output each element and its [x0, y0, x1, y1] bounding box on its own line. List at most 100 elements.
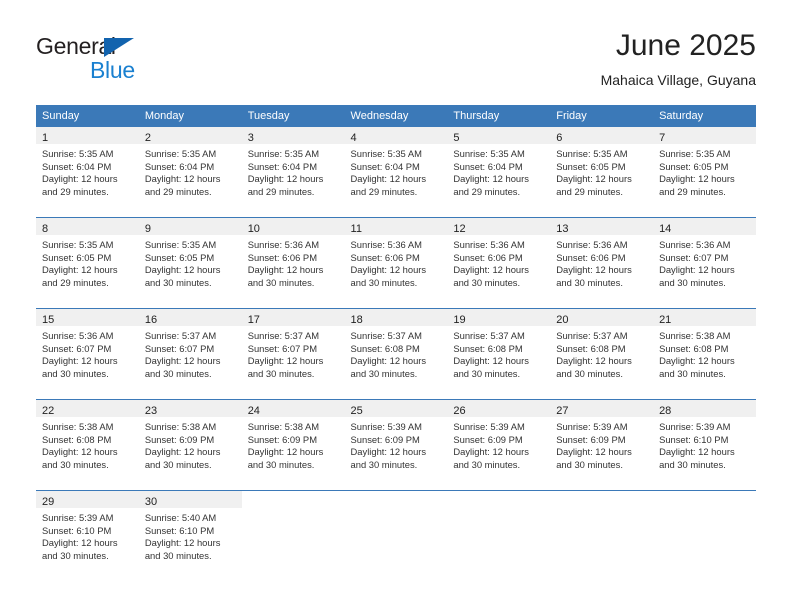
- calendar-day-cell[interactable]: 24 Sunrise: 5:38 AM Sunset: 6:09 PM Dayligh…: [241, 399, 345, 491]
- daylight-text-line2: and 30 minutes.: [42, 367, 109, 379]
- calendar-day-cell[interactable]: 3 Sunrise: 5:35 AM Sunset: 6:04 PM Daylight…: [241, 127, 345, 218]
- day-number-band: 30: [138, 491, 242, 508]
- calendar-day-cell[interactable]: 29 Sunrise: 5:39 AM Sunset: 6:10 PM Dayligh…: [36, 490, 139, 581]
- daylight-text-line2: and 29 minutes.: [453, 185, 521, 197]
- daylight-text-line2: and 30 minutes.: [659, 367, 726, 379]
- calendar-day-cell[interactable]: 5 Sunrise: 5:35 AM Sunset: 6:04 PM Daylight…: [447, 127, 551, 218]
- day-sun-info: Sunrise: 5:35 AM Sunset: 6:05 PM Daylight:…: [139, 235, 242, 289]
- day-number: 2: [144, 132, 151, 144]
- calendar-day-cell[interactable]: 1 Sunrise: 5:35 AM Sunset: 6:04 PM Daylight…: [36, 127, 139, 218]
- day-sun-info: Sunrise: 5:36 AM Sunset: 6:06 PM Daylight:…: [345, 235, 448, 289]
- calendar-body: 1 Sunrise: 5:35 AM Sunset: 6:04 PM Daylight…: [36, 127, 756, 581]
- sunrise-text: Sunrise: 5:38 AM: [659, 330, 731, 341]
- sunrise-text: Sunrise: 5:35 AM: [42, 239, 114, 250]
- sunrise-text: Sunrise: 5:39 AM: [42, 512, 114, 523]
- calendar-day-cell[interactable]: 17 Sunrise: 5:37 AM Sunset: 6:07 PM Dayligh…: [241, 308, 345, 400]
- sunset-text: Sunset: 6:05 PM: [144, 251, 215, 263]
- day-cell-inner: 2 Sunrise: 5:35 AM Sunset: 6:04 PM Daylight…: [138, 127, 242, 217]
- day-cell-inner: 1 Sunrise: 5:35 AM Sunset: 6:04 PM Daylight…: [36, 127, 139, 217]
- calendar-day-cell[interactable]: 14 Sunrise: 5:36 AM Sunset: 6:07 PM Dayligh…: [653, 217, 756, 309]
- day-sun-info: [242, 508, 345, 512]
- calendar-day-cell[interactable]: 10 Sunrise: 5:36 AM Sunset: 6:06 PM Dayligh…: [241, 217, 345, 309]
- calendar-day-cell[interactable]: 9 Sunrise: 5:35 AM Sunset: 6:05 PM Daylight…: [138, 217, 242, 309]
- daylight-text-line1: Daylight: 12 hours: [659, 173, 735, 185]
- day-number: 23: [144, 405, 158, 417]
- day-number: 22: [42, 405, 55, 417]
- weekday-header-tuesday: Tuesday: [241, 105, 345, 127]
- sunset-text: Sunset: 6:08 PM: [556, 342, 626, 354]
- sunrise-text: Sunrise: 5:36 AM: [247, 239, 320, 250]
- day-cell-inner: 6 Sunrise: 5:35 AM Sunset: 6:05 PM Daylight…: [550, 127, 654, 217]
- calendar-day-cell[interactable]: 11 Sunrise: 5:36 AM Sunset: 6:06 PM Dayligh…: [344, 217, 448, 309]
- page-title: June 2025: [615, 29, 756, 62]
- day-cell-inner: [345, 491, 448, 581]
- daylight-text-line2: and 30 minutes.: [556, 458, 623, 470]
- daylight-text-line1: Daylight: 12 hours: [350, 355, 427, 367]
- day-cell-inner: [447, 491, 550, 581]
- day-number-band: 21: [653, 309, 756, 326]
- calendar-day-cell[interactable]: 18 Sunrise: 5:37 AM Sunset: 6:08 PM Dayligh…: [344, 308, 448, 400]
- day-number-band: 14: [653, 218, 756, 235]
- day-number: 12: [453, 223, 466, 235]
- day-cell-inner: 7 Sunrise: 5:35 AM Sunset: 6:05 PM Daylight…: [653, 127, 756, 217]
- calendar-day-cell[interactable]: 21 Sunrise: 5:38 AM Sunset: 6:08 PM Dayligh…: [653, 308, 756, 400]
- daylight-text-line1: Daylight: 12 hours: [42, 173, 118, 185]
- sunrise-text: Sunrise: 5:36 AM: [556, 239, 628, 250]
- sunrise-text: Sunrise: 5:35 AM: [556, 148, 628, 159]
- sunrise-text: Sunrise: 5:36 AM: [659, 239, 731, 250]
- day-number: 18: [350, 314, 363, 326]
- day-number: 10: [247, 223, 260, 235]
- sunset-text: Sunset: 6:04 PM: [350, 160, 420, 172]
- calendar-day-cell[interactable]: 4 Sunrise: 5:35 AM Sunset: 6:04 PM Daylight…: [344, 127, 448, 218]
- calendar-day-cell[interactable]: 20 Sunrise: 5:37 AM Sunset: 6:08 PM Dayligh…: [550, 308, 654, 400]
- calendar-day-cell[interactable]: 8 Sunrise: 5:35 AM Sunset: 6:05 PM Daylight…: [36, 217, 139, 309]
- calendar-day-cell[interactable]: 22 Sunrise: 5:38 AM Sunset: 6:08 PM Dayligh…: [36, 399, 139, 491]
- day-cell-inner: 15 Sunrise: 5:36 AM Sunset: 6:07 PM Dayligh…: [36, 309, 139, 399]
- general-blue-logo[interactable]: General Blue: [36, 33, 166, 83]
- calendar-day-cell[interactable]: 28 Sunrise: 5:39 AM Sunset: 6:10 PM Dayligh…: [653, 399, 756, 491]
- calendar-day-cell[interactable]: 16 Sunrise: 5:37 AM Sunset: 6:07 PM Dayligh…: [138, 308, 242, 400]
- calendar-day-cell[interactable]: 25 Sunrise: 5:39 AM Sunset: 6:09 PM Dayligh…: [344, 399, 448, 491]
- calendar-day-cell[interactable]: 15 Sunrise: 5:36 AM Sunset: 6:07 PM Dayligh…: [36, 308, 139, 400]
- calendar-day-cell[interactable]: 13 Sunrise: 5:36 AM Sunset: 6:06 PM Dayligh…: [550, 217, 654, 309]
- calendar-day-cell[interactable]: 12 Sunrise: 5:36 AM Sunset: 6:06 PM Dayligh…: [447, 217, 551, 309]
- day-cell-inner: 25 Sunrise: 5:39 AM Sunset: 6:09 PM Dayligh…: [344, 400, 448, 490]
- calendar-day-cell[interactable]: 2 Sunrise: 5:35 AM Sunset: 6:04 PM Daylight…: [138, 127, 242, 218]
- daylight-text-line1: Daylight: 12 hours: [144, 537, 221, 549]
- sunrise-text: Sunrise: 5:37 AM: [556, 330, 628, 341]
- logo-triangle-icon: [104, 38, 134, 57]
- daylight-text-line2: and 30 minutes.: [144, 549, 212, 561]
- day-number-band: 22: [36, 400, 139, 417]
- day-sun-info: Sunrise: 5:35 AM Sunset: 6:04 PM Daylight:…: [447, 144, 550, 198]
- day-sun-info: Sunrise: 5:36 AM Sunset: 6:07 PM Daylight:…: [653, 235, 756, 289]
- day-cell-inner: 12 Sunrise: 5:36 AM Sunset: 6:06 PM Dayligh…: [447, 218, 551, 308]
- sunrise-text: Sunrise: 5:40 AM: [144, 512, 217, 523]
- calendar-day-cell[interactable]: 19 Sunrise: 5:37 AM Sunset: 6:08 PM Dayligh…: [447, 308, 551, 400]
- daylight-text-line1: Daylight: 12 hours: [659, 355, 735, 367]
- day-sun-info: Sunrise: 5:36 AM Sunset: 6:06 PM Daylight:…: [242, 235, 345, 289]
- sunrise-text: Sunrise: 5:37 AM: [350, 330, 422, 341]
- day-number-band: 13: [550, 218, 654, 235]
- day-number: 15: [42, 314, 55, 326]
- page-subtitle: Mahaica Village, Guyana: [600, 72, 756, 88]
- day-cell-inner: [653, 491, 756, 581]
- calendar-day-cell[interactable]: 26 Sunrise: 5:39 AM Sunset: 6:09 PM Dayligh…: [447, 399, 551, 491]
- sunset-text: Sunset: 6:08 PM: [453, 342, 523, 354]
- day-number: 19: [453, 314, 466, 326]
- day-number-band: [447, 491, 550, 508]
- calendar-day-cell[interactable]: 23 Sunrise: 5:38 AM Sunset: 6:09 PM Dayligh…: [138, 399, 242, 491]
- day-sun-info: Sunrise: 5:39 AM Sunset: 6:09 PM Daylight:…: [345, 417, 448, 471]
- calendar-day-cell[interactable]: 6 Sunrise: 5:35 AM Sunset: 6:05 PM Daylight…: [550, 127, 654, 218]
- calendar-day-cell[interactable]: 27 Sunrise: 5:39 AM Sunset: 6:09 PM Dayligh…: [550, 399, 654, 491]
- daylight-text-line1: Daylight: 12 hours: [247, 173, 324, 185]
- calendar-day-cell[interactable]: 7 Sunrise: 5:35 AM Sunset: 6:05 PM Daylight…: [653, 127, 756, 218]
- calendar-page: General Blue June 2025 Mahaica Village, …: [0, 0, 792, 612]
- weekday-header-saturday: Saturday: [653, 105, 756, 127]
- day-sun-info: Sunrise: 5:35 AM Sunset: 6:05 PM Daylight:…: [36, 235, 139, 289]
- calendar-day-cell-empty: [653, 490, 756, 581]
- calendar-day-cell[interactable]: 30 Sunrise: 5:40 AM Sunset: 6:10 PM Dayligh…: [138, 490, 242, 581]
- day-number: 6: [556, 132, 563, 144]
- weekday-header-monday: Monday: [138, 105, 242, 127]
- calendar-grid: Sunday Monday Tuesday Wednesday Thursday…: [36, 105, 756, 581]
- daylight-text-line2: and 29 minutes.: [659, 185, 726, 197]
